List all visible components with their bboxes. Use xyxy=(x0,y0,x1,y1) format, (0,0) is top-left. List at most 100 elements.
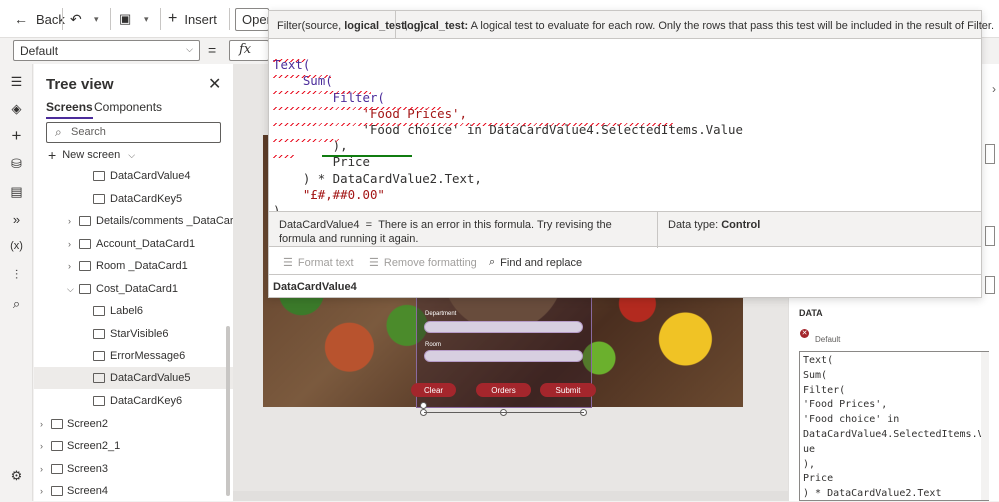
clear-label: Clear xyxy=(423,385,444,395)
remove-formatting-label: Remove formatting xyxy=(383,256,477,269)
search-placeholder: Search xyxy=(71,126,106,138)
remove-formatting-button[interactable]: ☰ Remove formatting xyxy=(369,256,477,270)
tree-item[interactable]: › Screen2 xyxy=(34,413,233,435)
tree-item[interactable]: DataCardKey6 xyxy=(34,390,233,412)
settings-gear-icon[interactable]: ⚙ xyxy=(9,468,24,483)
default-formula-box[interactable]: Text( Sum( Filter( 'Food Prices', 'Food … xyxy=(799,351,989,501)
back-button[interactable]: ← Back xyxy=(14,9,65,29)
layers-icon[interactable]: ◈ xyxy=(9,101,24,116)
property-dropdown[interactable]: Default ⌵ xyxy=(13,40,200,61)
database-icon[interactable]: ⛁ xyxy=(9,156,24,171)
tree-item-selected[interactable]: DataCardValue5 xyxy=(34,367,233,389)
chevron-right-icon[interactable]: › xyxy=(992,82,996,96)
format-text-button[interactable]: ☰ Format text xyxy=(283,256,354,270)
error-squiggle xyxy=(273,123,673,126)
error-squiggle xyxy=(273,91,371,94)
tab-components[interactable]: Components xyxy=(94,100,162,114)
search-input[interactable]: ⌕ Search xyxy=(46,122,221,143)
media-icon[interactable]: ▤ xyxy=(9,184,24,199)
tree-item[interactable]: Label6 xyxy=(34,300,233,322)
undo-icon[interactable]: ↶ xyxy=(70,9,82,29)
edit-label-icon xyxy=(93,396,105,406)
edit-label-icon xyxy=(93,329,105,339)
chevron-right-icon: › xyxy=(40,464,43,474)
code-line: Text( xyxy=(273,57,311,73)
tree-item-label: Account_DataCard1 xyxy=(96,238,196,250)
screen-tabs-strip xyxy=(233,491,788,501)
tree-item[interactable]: › Screen3 xyxy=(34,458,233,480)
resize-handle[interactable] xyxy=(420,402,427,409)
chevron-right-icon: › xyxy=(68,261,71,271)
plus-icon: + xyxy=(48,147,57,163)
orders-button[interactable]: Orders xyxy=(476,383,531,397)
warning-underline xyxy=(322,155,412,157)
tree-item-label: Screen2 xyxy=(67,418,108,430)
tree-item[interactable]: › Account_DataCard1 xyxy=(34,233,233,255)
input-control-icon xyxy=(93,171,105,181)
plus-icon: + xyxy=(168,10,178,27)
clear-button[interactable]: Clear xyxy=(411,383,456,397)
data-section-header: DATA xyxy=(799,308,823,318)
tree-scrollbar[interactable] xyxy=(226,326,230,496)
fx-button[interactable]: fx xyxy=(229,40,269,61)
tree-item[interactable]: ErrorMessage6 xyxy=(34,345,233,367)
error-squiggle xyxy=(273,75,331,78)
back-arrow-icon: ← xyxy=(14,11,28,27)
tree-item[interactable]: DataCardKey5 xyxy=(34,188,233,210)
clipboard-chevron-icon[interactable]: ▾ xyxy=(144,9,149,29)
variables-icon[interactable]: (x) xyxy=(9,239,24,254)
formula-editor[interactable]: Filter(source, logical_test, ...) logica… xyxy=(268,10,994,298)
screen-icon xyxy=(51,441,63,451)
submit-button[interactable]: Submit xyxy=(540,383,596,397)
department-dropdown[interactable] xyxy=(424,321,583,333)
clipboard-icon[interactable]: ▣ xyxy=(119,9,131,29)
data-type-info: Data type: Control xyxy=(668,219,761,231)
code-line: "£#,##0.00" xyxy=(273,186,385,202)
tree-item-label: StarVisible6 xyxy=(110,328,169,340)
open-button[interactable]: Open S xyxy=(235,8,269,31)
tree-item[interactable]: › Screen4 xyxy=(34,480,233,502)
divider xyxy=(62,8,63,30)
tree-item[interactable]: › Screen2_1 xyxy=(34,435,233,457)
card-icon xyxy=(79,239,91,249)
close-icon[interactable]: ✕ xyxy=(208,74,221,94)
department-label: Department xyxy=(425,311,457,317)
property-field[interactable] xyxy=(985,276,995,294)
tree-item-label: DataCardValue5 xyxy=(110,372,191,384)
error-squiggle xyxy=(273,59,307,62)
tree-item-label: DataCardKey6 xyxy=(110,395,183,407)
tab-screens[interactable]: Screens xyxy=(46,100,93,119)
tree-item[interactable]: ⌵ Cost_DataCard1 xyxy=(34,278,233,300)
property-field[interactable] xyxy=(985,226,995,246)
screen-icon xyxy=(51,486,63,496)
chevron-down-icon: ⌵ xyxy=(67,283,74,294)
tree-item[interactable]: › Details/comments _DataCard1 xyxy=(34,210,246,232)
submit-label: Submit xyxy=(555,385,581,395)
tree-item[interactable]: › Room _DataCard1 xyxy=(34,255,233,277)
card-icon xyxy=(79,261,91,271)
tree-item[interactable]: DataCardValue4 xyxy=(34,165,233,187)
property-field[interactable] xyxy=(985,144,995,164)
search-icon[interactable]: ⌕ xyxy=(9,296,24,311)
tools-icon[interactable]: ⫶ xyxy=(9,267,24,282)
divider xyxy=(395,11,396,38)
undo-chevron-icon[interactable]: ▾ xyxy=(94,9,99,29)
formula-box-scrollbar[interactable] xyxy=(981,352,989,500)
selection-line xyxy=(424,412,584,413)
tree-view-panel: Tree view ✕ Screens Components ⌕ Search … xyxy=(34,64,246,502)
error-squiggle xyxy=(273,139,341,142)
hamburger-icon[interactable]: ☰ xyxy=(9,74,24,89)
room-field[interactable] xyxy=(424,350,583,362)
edit-label-icon xyxy=(93,351,105,361)
tree-item-label: ErrorMessage6 xyxy=(110,350,186,362)
insert-plus-icon[interactable]: + xyxy=(9,127,24,144)
insert-button[interactable]: + Insert xyxy=(168,9,217,29)
new-screen-button[interactable]: + New screen ⌵ xyxy=(48,147,135,163)
power-automate-icon[interactable]: » xyxy=(9,212,24,227)
input-control-icon xyxy=(93,373,105,383)
divider xyxy=(160,8,161,30)
chevron-down-icon: ⌵ xyxy=(128,149,136,160)
find-replace-button[interactable]: ⌕ Find and replace xyxy=(489,256,582,269)
remove-formatting-icon: ☰ xyxy=(369,257,379,269)
tree-item[interactable]: StarVisible6 xyxy=(34,323,233,345)
